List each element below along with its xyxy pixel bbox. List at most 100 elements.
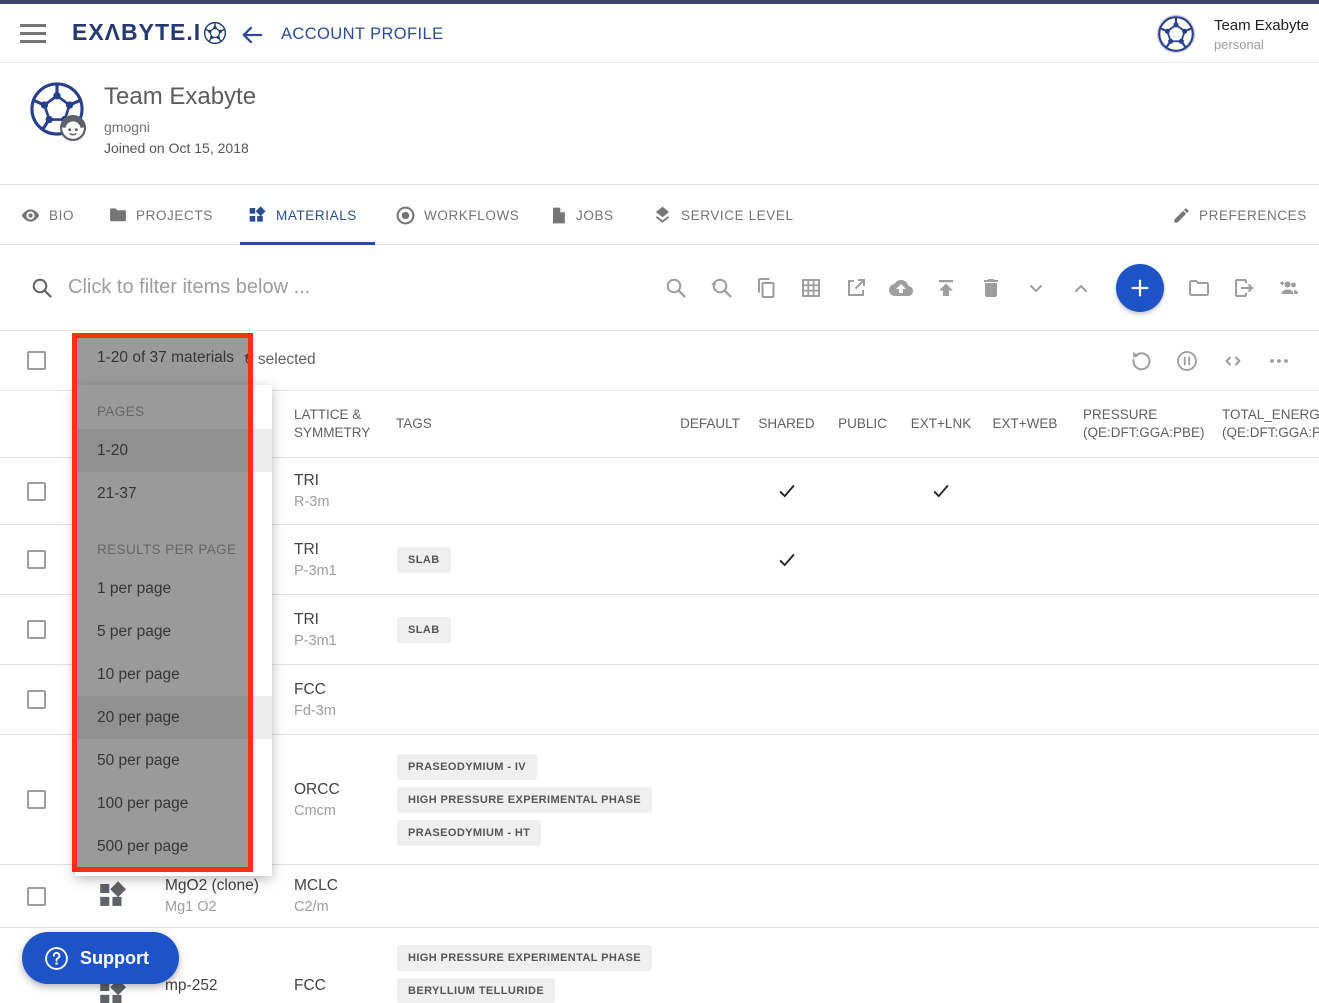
- open-in-new-icon[interactable]: [844, 276, 868, 300]
- pagination-range-label: 1-20 of 37 materials: [97, 349, 234, 367]
- delete-icon[interactable]: [979, 276, 1003, 300]
- col-ext-web[interactable]: EXT+WEB: [982, 391, 1068, 457]
- soccer-ball-icon: [203, 21, 227, 45]
- saved-search-icon[interactable]: [709, 276, 733, 300]
- more-horiz-icon[interactable]: [1267, 349, 1291, 373]
- plus-icon: [1129, 277, 1151, 299]
- tab-materials[interactable]: MATERIALS: [247, 185, 357, 245]
- profile-username: gmogni: [104, 119, 150, 135]
- tab-label: BIO: [49, 208, 74, 223]
- tab-jobs[interactable]: JOBS: [549, 185, 614, 245]
- support-label: Support: [80, 948, 149, 969]
- chevron-down-icon[interactable]: [1024, 276, 1048, 300]
- col-public[interactable]: PUBLIC: [825, 391, 900, 457]
- tab-label: MATERIALS: [276, 208, 357, 223]
- table-row[interactable]: mp-252 FCC HIGH PRESSURE EXPERIMENTAL PH…: [0, 928, 1319, 1003]
- pagination-dropdown-trigger[interactable]: 1-20 of 37 materials: [97, 349, 254, 367]
- menu-icon[interactable]: [20, 24, 46, 43]
- folder-action-icon[interactable]: [1187, 276, 1211, 300]
- upload-icon[interactable]: [934, 276, 958, 300]
- profile-name: Team Exabyte: [104, 83, 256, 111]
- symmetry-group: C2/m: [294, 899, 329, 915]
- check-icon: [776, 480, 798, 502]
- support-button[interactable]: Support: [22, 932, 179, 984]
- search-action-icon[interactable]: [664, 276, 688, 300]
- tab-label: SERVICE LEVEL: [681, 208, 794, 223]
- row-checkbox[interactable]: [27, 550, 46, 569]
- col-total-energy[interactable]: TOTAL_ENERGY(QE:DFT:GGA:PBE): [1215, 391, 1319, 457]
- row-checkbox[interactable]: [27, 482, 46, 501]
- pencil-icon: [1172, 206, 1191, 225]
- per-page-option-20[interactable]: 20 per page: [75, 696, 272, 739]
- material-name: mp-252: [165, 977, 218, 995]
- col-default[interactable]: DEFAULT: [672, 391, 748, 457]
- tags-cell: HIGH PRESSURE EXPERIMENTAL PHASEBERYLLIU…: [392, 928, 672, 1003]
- undo-icon[interactable]: [1129, 349, 1153, 373]
- tab-projects[interactable]: PROJECTS: [108, 185, 213, 245]
- tag-chip: PRASEODYMIUM - IV: [397, 754, 537, 780]
- row-checkbox[interactable]: [27, 690, 46, 709]
- col-tags[interactable]: TAGS: [392, 391, 672, 457]
- select-all-checkbox[interactable]: [27, 351, 46, 370]
- toolbar-actions: [664, 245, 1301, 331]
- chevron-up-icon[interactable]: [1069, 276, 1093, 300]
- col-shared[interactable]: SHARED: [748, 391, 825, 457]
- tab-label: PROJECTS: [136, 208, 213, 223]
- profile-joined-date: Joined on Oct 15, 2018: [104, 140, 249, 156]
- per-page-option-10[interactable]: 10 per page: [75, 653, 272, 696]
- cloud-upload-icon[interactable]: [889, 276, 913, 300]
- per-page-option-500[interactable]: 500 per page: [75, 825, 272, 868]
- per-page-option-50[interactable]: 50 per page: [75, 739, 272, 782]
- symmetry-group: Fd-3m: [294, 703, 336, 719]
- pagination-menu: PAGES 1-20 21-37 RESULTS PER PAGE 1 per …: [75, 385, 272, 876]
- tags-cell: [392, 458, 672, 524]
- tab-workflows[interactable]: WORKFLOWS: [395, 185, 519, 245]
- page-title: ACCOUNT PROFILE: [281, 25, 443, 44]
- page-option-1-20[interactable]: 1-20: [75, 429, 272, 472]
- current-account[interactable]: Team Exabyte personal: [1156, 14, 1309, 54]
- folder-icon: [108, 205, 128, 225]
- eye-icon: [20, 205, 41, 226]
- tab-service-level[interactable]: SERVICE LEVEL: [652, 185, 794, 245]
- app-bar: EXΛBYTE.I ACCOUNT PROFILE: [0, 4, 1319, 63]
- col-pressure[interactable]: PRESSURE(QE:DFT:GGA:PBE): [1068, 391, 1215, 457]
- page-option-21-37[interactable]: 21-37: [75, 472, 272, 515]
- per-page-option-100[interactable]: 100 per page: [75, 782, 272, 825]
- exit-to-app-icon[interactable]: [1232, 276, 1256, 300]
- symmetry-group: R-3m: [294, 494, 329, 510]
- code-icon[interactable]: [1221, 349, 1245, 373]
- col-ext-lnk[interactable]: EXT+LNK: [900, 391, 982, 457]
- lattice-type: FCC: [294, 681, 326, 699]
- help-icon: [44, 946, 69, 971]
- account-profile-screen: EXΛBYTE.I ACCOUNT PROFILE: [0, 0, 1319, 1003]
- col-lattice[interactable]: LATTICE &SYMMETRY: [290, 391, 392, 457]
- symmetry-group: Cmcm: [294, 803, 336, 819]
- add-material-button[interactable]: [1116, 264, 1164, 312]
- per-page-option-5[interactable]: 5 per page: [75, 610, 272, 653]
- exabyte-logo[interactable]: EXΛBYTE.I: [72, 19, 227, 46]
- material-icon: [96, 879, 130, 913]
- face-badge-icon: [60, 115, 86, 141]
- check-icon: [930, 480, 952, 502]
- profile-header: Team Exabyte gmogni Joined on Oct 15, 20…: [0, 63, 1319, 185]
- back-arrow-icon[interactable]: [239, 22, 265, 48]
- per-page-option-1[interactable]: 1 per page: [75, 567, 272, 610]
- table-grid-icon[interactable]: [799, 276, 823, 300]
- lattice-type: FCC: [294, 977, 326, 995]
- pause-circle-icon[interactable]: [1175, 349, 1199, 373]
- tag-chip: HIGH PRESSURE EXPERIMENTAL PHASE: [397, 945, 652, 971]
- tab-bio[interactable]: BIO: [20, 185, 74, 245]
- tab-preferences[interactable]: PREFERENCES: [1172, 185, 1307, 245]
- logo-text: EXΛBYTE.I: [72, 19, 201, 46]
- row-checkbox[interactable]: [27, 790, 46, 809]
- lattice-type: ORCC: [294, 781, 340, 799]
- account-name: Team Exabyte: [1214, 17, 1309, 34]
- add-group-icon[interactable]: [1277, 276, 1301, 300]
- copy-icon[interactable]: [754, 276, 778, 300]
- row-checkbox[interactable]: [27, 887, 46, 906]
- results-per-page-header: RESULTS PER PAGE: [75, 531, 272, 567]
- tab-label: PREFERENCES: [1199, 208, 1307, 223]
- row-checkbox[interactable]: [27, 620, 46, 639]
- tag-chip: PRASEODYMIUM - HT: [397, 820, 541, 846]
- filter-input[interactable]: [68, 267, 628, 307]
